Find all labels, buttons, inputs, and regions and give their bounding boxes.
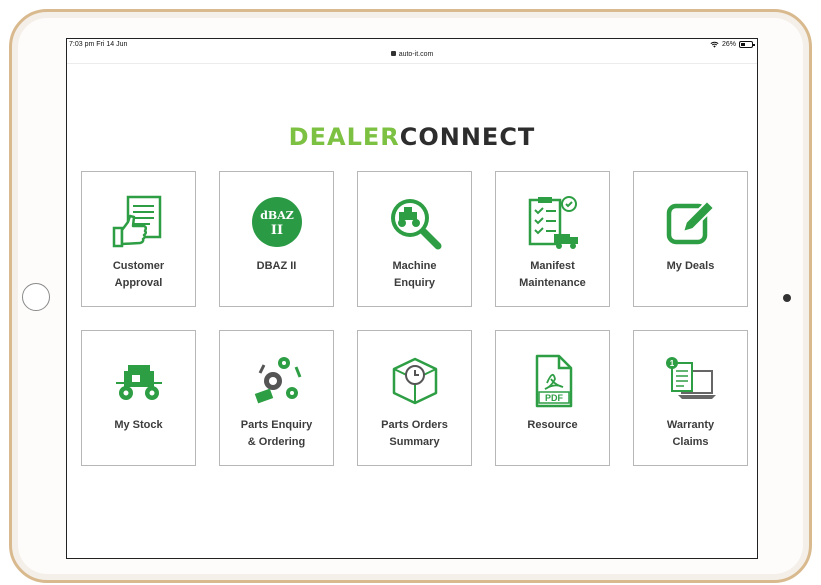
tile-parts-orders-summary[interactable]: Parts Orders Summary — [357, 330, 472, 466]
status-time: 7:03 pm Fri 14 Jun — [69, 41, 128, 48]
wifi-icon — [710, 41, 719, 48]
tile-label: Customer Approval — [82, 258, 195, 292]
address-bar[interactable]: auto-it.com — [67, 51, 757, 58]
tile-label: Manifest Maintenance — [496, 258, 609, 292]
label-line: Customer — [112, 260, 165, 272]
tile-customer-approval[interactable]: Customer Approval — [81, 171, 196, 307]
label-line: DBAZ II — [256, 260, 297, 272]
tile-label: Parts Orders Summary — [358, 417, 471, 451]
tile-label: Machine Enquiry — [358, 258, 471, 292]
label-line: Approval — [114, 277, 163, 289]
dealerconnect-logo: DEALERCONNECT — [67, 123, 757, 151]
label-line: My Stock — [114, 419, 163, 431]
label-line: Warranty — [666, 419, 715, 431]
battery-icon — [739, 41, 755, 48]
dbaz-numeral: II — [270, 223, 282, 238]
label-line: Maintenance — [519, 277, 586, 289]
label-line: & Ordering — [247, 436, 306, 448]
tile-resource[interactable]: PDF Resource — [495, 330, 610, 466]
tile-label: Parts Enquiry & Ordering — [220, 417, 333, 451]
home-button[interactable] — [22, 283, 50, 311]
label-line: Manifest — [530, 260, 575, 272]
screen: 7:03 pm Fri 14 Jun 26% auto-it.com DEALE… — [66, 38, 758, 559]
camera-dot — [783, 294, 791, 302]
status-bar: 7:03 pm Fri 14 Jun 26% — [67, 39, 757, 51]
label-line: My Deals — [666, 260, 715, 272]
pdf-document-icon: PDF — [496, 353, 609, 409]
logo-connect: CONNECT — [399, 123, 536, 151]
lock-icon — [390, 51, 396, 56]
tile-label: Resource — [496, 417, 609, 434]
divider — [67, 63, 757, 64]
tile-parts-enquiry[interactable]: Parts Enquiry & Ordering — [219, 330, 334, 466]
tile-machine-enquiry[interactable]: Machine Enquiry — [357, 171, 472, 307]
tile-label: DBAZ II — [220, 258, 333, 275]
magnifier-tractor-icon — [358, 194, 471, 250]
status-indicators: 26% — [710, 41, 755, 48]
tile-my-deals[interactable]: My Deals — [633, 171, 748, 307]
tile-label: My Deals — [634, 258, 747, 275]
badge-number: 1 — [669, 359, 674, 368]
tile-label: Warranty Claims — [634, 417, 747, 451]
label-line: Machine — [392, 260, 437, 272]
tile-label: My Stock — [82, 417, 195, 434]
tile-my-stock[interactable]: My Stock — [81, 330, 196, 466]
clipboard-checklist-icon — [496, 194, 609, 250]
box-clock-icon — [358, 353, 471, 409]
pdf-text: PDF — [545, 393, 564, 403]
sprayer-tractor-icon — [82, 353, 195, 409]
url-text: auto-it.com — [398, 51, 434, 58]
label-line: Summary — [389, 436, 440, 448]
label-line: Claims — [672, 436, 709, 448]
battery-percent: 26% — [721, 41, 736, 48]
tile-warranty-claims[interactable]: 1 Warranty Claims — [633, 330, 748, 466]
label-line: Resource — [527, 419, 578, 431]
label-line: Enquiry — [394, 277, 435, 289]
dbaz-text: dBAZ — [260, 209, 294, 222]
dbaz-icon: dBAZ II — [220, 194, 333, 250]
parts-gears-icon — [220, 353, 333, 409]
edit-pencil-icon — [634, 194, 747, 250]
label-line: Parts Orders — [381, 419, 448, 431]
logo-dealer: DEALER — [288, 123, 400, 151]
customer-approval-icon — [82, 194, 195, 250]
tile-manifest-maintenance[interactable]: Manifest Maintenance — [495, 171, 610, 307]
laptop-document-icon: 1 — [634, 353, 747, 409]
label-line: Parts Enquiry — [240, 419, 313, 431]
tile-dbaz-ii[interactable]: dBAZ II DBAZ II — [219, 171, 334, 307]
